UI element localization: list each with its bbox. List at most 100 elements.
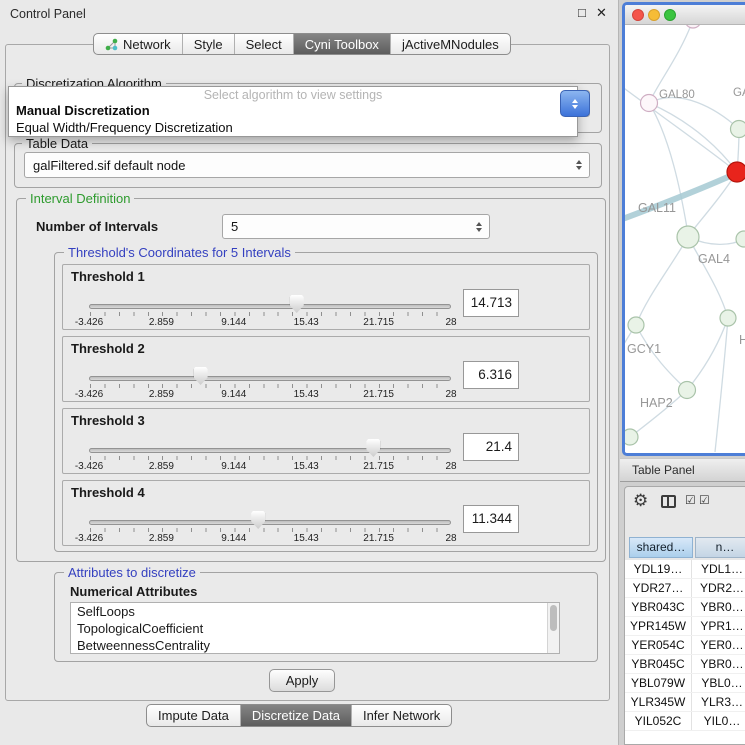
dropdown-option-equal-width-frequency[interactable]: Equal Width/Frequency Discretization	[16, 120, 233, 135]
table-row[interactable]: YDL19… YDL1…	[625, 560, 745, 579]
table-cell[interactable]: YDR2…	[692, 579, 745, 597]
table-cell[interactable]: YBL079W	[625, 674, 692, 692]
network-node-gal80[interactable]	[641, 95, 658, 112]
column-header-shared[interactable]: shared…	[629, 537, 693, 558]
table-cell[interactable]: YLR3…	[692, 693, 745, 711]
axis-label: 28	[445, 533, 456, 544]
network-edge	[688, 237, 728, 318]
table-cell[interactable]: YIL0…	[692, 712, 745, 730]
checkbox-icon[interactable]: ☑	[685, 493, 696, 507]
traffic-light-zoom[interactable]	[664, 9, 676, 21]
checkbox-icon[interactable]: ☑	[699, 493, 710, 507]
tab-style[interactable]: Style	[182, 34, 234, 54]
threshold-value-input[interactable]: 14.713	[463, 289, 519, 317]
network-node[interactable]	[731, 121, 745, 138]
threshold-label: Threshold 2	[71, 341, 145, 356]
network-node-hap2[interactable]	[679, 382, 696, 399]
tab-discretize-data[interactable]: Discretize Data	[240, 705, 351, 726]
algorithm-combo-stepper[interactable]	[560, 90, 590, 117]
float-window-button[interactable]: □	[578, 6, 586, 20]
table-row[interactable]: YBR045C YBR0…	[625, 655, 745, 674]
scrollbar-thumb[interactable]	[550, 605, 557, 631]
apply-button[interactable]: Apply	[269, 669, 335, 692]
threshold-row: Threshold 2 -3.426 2.859 9.144 15.43 21.…	[62, 336, 590, 402]
slider-axis-labels: -3.426 2.859 9.144 15.43 21.715 28	[89, 533, 451, 544]
table-cell[interactable]: YBL0…	[692, 674, 745, 692]
column-header-name[interactable]: n…	[695, 537, 745, 558]
table-cell[interactable]: YDL1…	[692, 560, 745, 578]
table-cell[interactable]: YBR0…	[692, 598, 745, 616]
slider-handle[interactable]	[251, 511, 265, 529]
num-intervals-combobox[interactable]: 5	[222, 214, 490, 239]
table-row[interactable]: YDR27… YDR2…	[625, 579, 745, 598]
network-node[interactable]	[720, 310, 736, 326]
table-row[interactable]: YLR345W YLR3…	[625, 693, 745, 712]
table-row[interactable]: YIL052C YIL0…	[625, 712, 745, 731]
dropdown-option-manual-discretization[interactable]: Manual Discretization	[16, 103, 150, 118]
axis-label: 21.715	[363, 389, 394, 400]
slider-handle[interactable]	[194, 367, 208, 385]
table-cell[interactable]: YDL19…	[625, 560, 692, 578]
column-chooser-icon[interactable]	[661, 495, 676, 508]
table-body: YDL19… YDL1… YDR27… YDR2… YBR043C YBR0… …	[625, 560, 745, 745]
table-cell[interactable]: YIL052C	[625, 712, 692, 730]
gear-icon[interactable]: ⚙	[633, 491, 648, 511]
network-node[interactable]	[625, 429, 638, 445]
table-cell[interactable]: YPR145W	[625, 617, 692, 635]
threshold-value-input[interactable]: 6.316	[463, 361, 519, 389]
network-window-titlebar[interactable]	[625, 5, 745, 25]
table-data-combobox-value: galFiltered.sif default node	[25, 158, 571, 173]
slider-ticks	[90, 384, 451, 388]
table-data-combo-stepper	[571, 160, 589, 170]
table-row[interactable]: YPR145W YPR1…	[625, 617, 745, 636]
network-node[interactable]	[736, 231, 745, 247]
threshold-row: Threshold 1 -3.426 2.859 9.144 15.43 21.…	[62, 264, 590, 330]
axis-label: 21.715	[363, 317, 394, 328]
tab-infer-network[interactable]: Infer Network	[351, 705, 451, 726]
table-cell[interactable]: YER0…	[692, 636, 745, 654]
table-cell[interactable]: YBR0…	[692, 655, 745, 673]
slider-handle[interactable]	[290, 295, 304, 313]
tab-impute-data[interactable]: Impute Data	[147, 705, 240, 726]
list-item-selfloops[interactable]: SelfLoops	[71, 603, 559, 620]
tab-network[interactable]: Network	[94, 34, 182, 54]
axis-label: 2.859	[149, 533, 174, 544]
slider-handle[interactable]	[366, 439, 380, 457]
network-graph: GAL80 GA GAL11 GAL4 GCY1 H HAP2	[625, 25, 745, 452]
group-threshold-coordinates-title: Threshold's Coordinates for 5 Intervals	[64, 245, 295, 260]
stepper-down-icon	[476, 228, 482, 232]
network-canvas[interactable]: GAL80 GA GAL11 GAL4 GCY1 H HAP2	[625, 25, 745, 452]
axis-label: 28	[445, 317, 456, 328]
table-cell[interactable]: YPR1…	[692, 617, 745, 635]
node-label-hap2: HAP2	[640, 396, 673, 410]
top-tabbar: Network Style Select Cyni Toolbox jActiv…	[93, 33, 511, 55]
traffic-light-minimize[interactable]	[648, 9, 660, 21]
list-item-betweennesscentrality[interactable]: BetweennessCentrality	[71, 637, 559, 654]
table-row[interactable]: YBL079W YBL0…	[625, 674, 745, 693]
table-cell[interactable]: YBR045C	[625, 655, 692, 673]
tab-select[interactable]: Select	[234, 34, 293, 54]
list-scrollbar[interactable]	[547, 603, 559, 653]
axis-label: 15.43	[294, 389, 319, 400]
table-row[interactable]: YBR043C YBR0…	[625, 598, 745, 617]
table-cell[interactable]: YBR043C	[625, 598, 692, 616]
network-node-gcy1[interactable]	[628, 317, 644, 333]
close-window-button[interactable]: ✕	[596, 6, 607, 20]
table-cell[interactable]: YER054C	[625, 636, 692, 654]
network-node-gal4[interactable]	[677, 226, 699, 248]
traffic-light-close[interactable]	[632, 9, 644, 21]
tab-cyni-toolbox[interactable]: Cyni Toolbox	[293, 34, 390, 54]
threshold-value-input[interactable]: 11.344	[463, 505, 519, 533]
algorithm-dropdown-popup: Select algorithm to view settings Manual…	[8, 86, 578, 137]
table-cell[interactable]: YLR345W	[625, 693, 692, 711]
tab-jactivemnodules[interactable]: jActiveMNodules	[390, 34, 510, 54]
table-panel-window: ⚙ ☑ ☑ shared… n… YDL19… YDL1… YDR27… YDR…	[624, 486, 745, 745]
table-data-combobox[interactable]: galFiltered.sif default node	[24, 152, 590, 178]
network-node-selected[interactable]	[727, 162, 745, 182]
table-row[interactable]: YER054C YER0…	[625, 636, 745, 655]
list-item-topologicalcoefficient[interactable]: TopologicalCoefficient	[71, 620, 559, 637]
threshold-value-input[interactable]: 21.4	[463, 433, 519, 461]
stepper-up-icon	[576, 160, 582, 164]
table-cell[interactable]: YDR27…	[625, 579, 692, 597]
network-node[interactable]	[685, 25, 701, 28]
